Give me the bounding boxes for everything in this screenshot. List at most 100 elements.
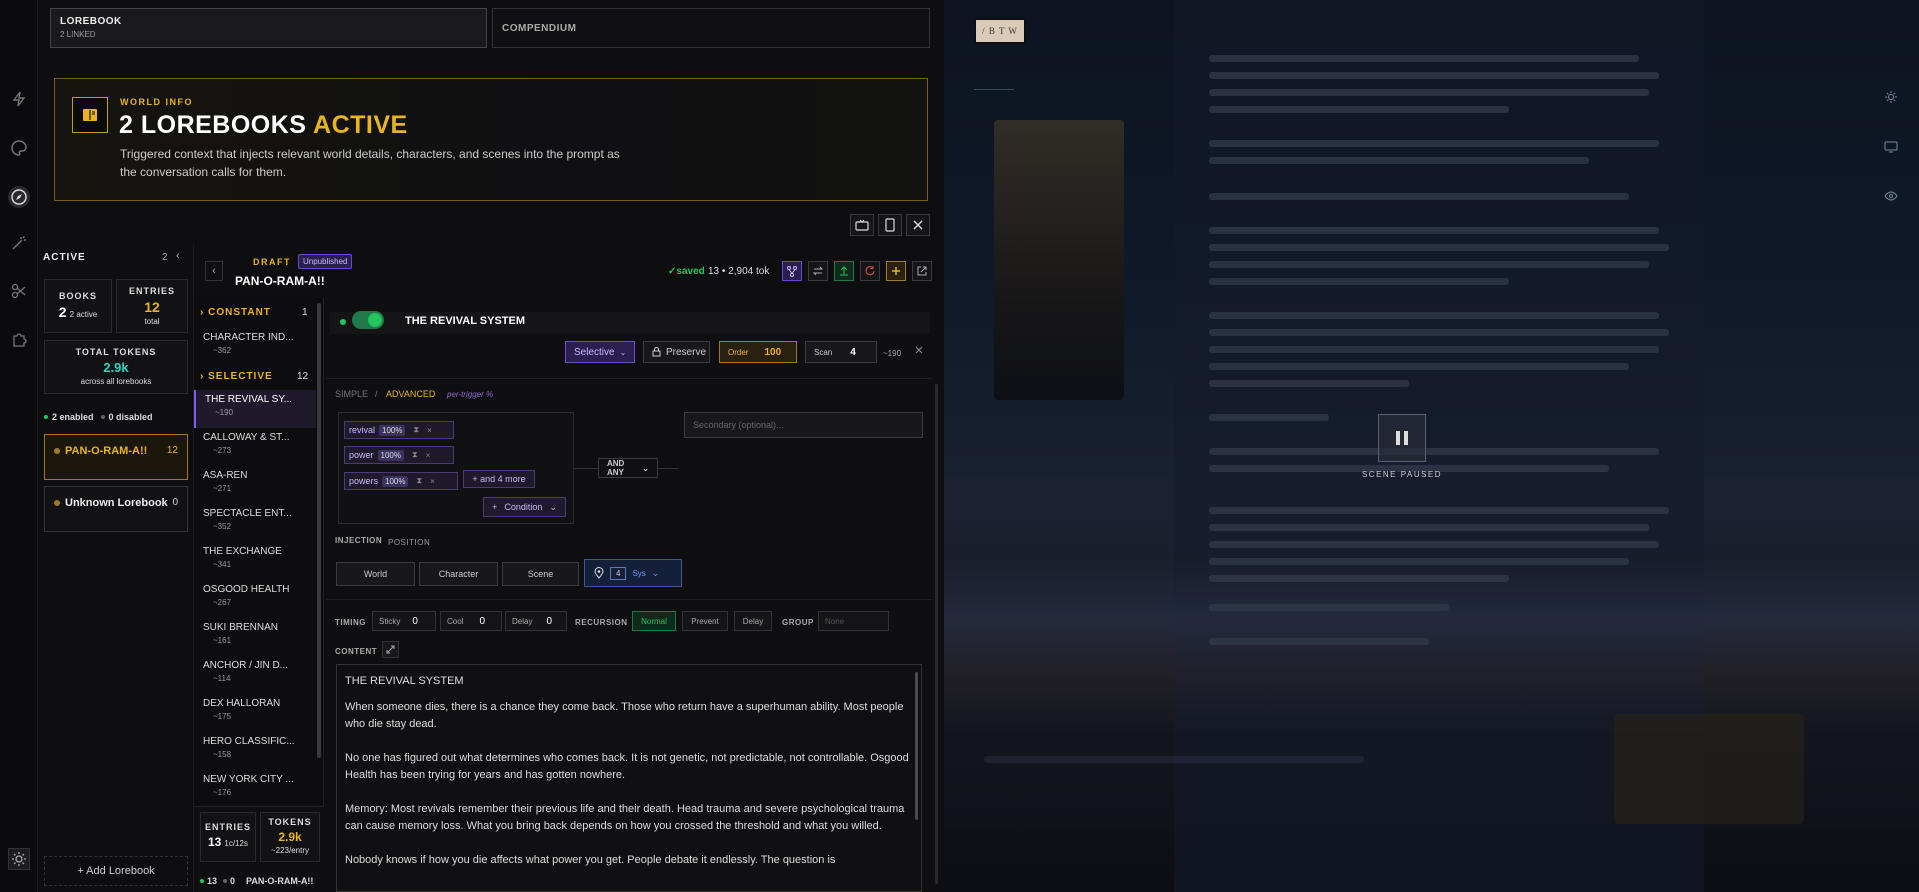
reset-icon[interactable] <box>860 261 880 281</box>
entry-list-scrollbar[interactable] <box>317 303 321 758</box>
back-chevron-icon[interactable]: ‹ <box>205 261 223 281</box>
entry-name: SPECTACLE ENT... <box>203 508 292 519</box>
entry-item[interactable]: ANCHOR / JIN D... ~114 <box>194 656 316 694</box>
content-textarea[interactable]: THE REVIVAL SYSTEM When someone dies, th… <box>336 664 922 892</box>
scene-settings-icon[interactable] <box>1884 90 1898 104</box>
tv-icon[interactable] <box>850 214 874 236</box>
world-info-description: Triggered context that injects relevant … <box>120 147 620 179</box>
branch-icon[interactable] <box>782 261 802 281</box>
depth-position-button[interactable]: 4 Sys ⌄ <box>584 559 682 587</box>
lorebook-item-unknown[interactable]: Unknown Lorebook 0 <box>44 486 188 532</box>
tab-compendium[interactable]: COMPENDIUM <box>492 8 930 48</box>
entry-name: CALLOWAY & ST... <box>203 432 290 443</box>
entry-item[interactable]: CALLOWAY & ST... ~273 <box>194 428 316 466</box>
entry-item[interactable]: ASA-REN ~271 <box>194 466 316 504</box>
eye-icon[interactable] <box>1884 189 1898 203</box>
key-chip[interactable]: revival 100% ⧗ × <box>344 421 454 439</box>
role-value[interactable]: Sys <box>632 569 645 578</box>
collapse-chevron-icon[interactable]: ‹ <box>176 250 180 262</box>
monitor-icon[interactable] <box>1884 140 1898 154</box>
enabled-text: 2 enabled <box>52 412 94 422</box>
group-input[interactable]: None <box>818 611 889 631</box>
recursion-prevent-button[interactable]: Prevent <box>682 611 728 631</box>
entry-item[interactable]: THE EXCHANGE ~341 <box>194 542 316 580</box>
compass-icon[interactable] <box>8 186 30 208</box>
close-panel-icon[interactable] <box>906 214 930 236</box>
palette-icon[interactable] <box>10 139 28 157</box>
disabled-dot <box>100 415 105 419</box>
scissors-icon[interactable] <box>10 282 28 300</box>
remove-key-icon[interactable]: × <box>423 426 436 435</box>
selective-section-header: › SELECTIVE <box>200 371 273 382</box>
entry-tokens: ~114 <box>213 674 231 683</box>
lock-icon <box>652 347 661 357</box>
hourglass-icon[interactable]: ⧗ <box>412 476 426 486</box>
content-scrollbar[interactable] <box>915 672 918 820</box>
order-field[interactable]: Order 100 <box>719 341 797 363</box>
chevron-down-icon: ⌄ <box>642 463 649 473</box>
per-trigger-label: per-trigger % <box>447 390 494 399</box>
external-link-icon[interactable] <box>912 261 932 281</box>
sticky-value: 0 <box>412 615 418 627</box>
entry-name: THE REVIVAL SY... <box>205 394 293 405</box>
toggle-knob <box>368 313 382 327</box>
entry-item[interactable]: DEX HALLORAN ~175 <box>194 694 316 732</box>
entry-item[interactable]: NEW YORK CITY ... ~176 <box>194 770 316 808</box>
upload-icon[interactable] <box>834 261 854 281</box>
recursion-delay-button[interactable]: Delay <box>734 611 772 631</box>
key-chip[interactable]: powers 100% ⧗ × <box>344 472 458 490</box>
tab-lorebook[interactable]: LOREBOOK 2 LINKED <box>50 8 487 48</box>
lightning-icon[interactable] <box>10 90 28 108</box>
puzzle-icon[interactable] <box>10 330 28 348</box>
swap-icon[interactable] <box>808 261 828 281</box>
footer-status: 13 0 PAN-O-RAM-A!! <box>200 876 313 886</box>
depth-value[interactable]: 4 <box>610 566 627 580</box>
logic-label: AND ANY <box>607 459 625 477</box>
footer-tokens-sub: ~223/entry <box>270 846 310 855</box>
cool-field[interactable]: Cool 0 <box>440 611 502 631</box>
simple-mode-tab[interactable]: SIMPLE <box>335 389 368 399</box>
pause-icon[interactable] <box>1378 414 1426 462</box>
entry-item[interactable]: CHARACTER IND... ~362 <box>194 328 316 366</box>
enabled-dot <box>44 415 48 419</box>
sticky-field[interactable]: Sticky 0 <box>372 611 436 631</box>
recursion-normal-button[interactable]: Normal <box>632 611 676 631</box>
advanced-mode-tab[interactable]: ADVANCED <box>386 389 435 399</box>
entry-name: CHARACTER IND... <box>203 332 294 343</box>
preserve-button[interactable]: Preserve <box>643 341 710 363</box>
lorebook-item-panoramaa[interactable]: PAN-O-RAM-A!! 12 <box>44 434 188 480</box>
add-condition-button[interactable]: + Condition ⌄ <box>483 497 566 517</box>
secondary-keys-input[interactable]: Secondary (optional)... <box>684 412 923 438</box>
expand-icon[interactable] <box>382 641 399 658</box>
scan-field[interactable]: Scan 4 <box>805 341 877 363</box>
tablet-icon[interactable] <box>878 214 902 236</box>
entry-item[interactable]: HERO CLASSIFIC... ~158 <box>194 732 316 770</box>
remove-key-icon[interactable]: × <box>422 451 435 460</box>
more-keys-button[interactable]: + and 4 more <box>463 470 535 488</box>
inject-character-button[interactable]: Character <box>419 562 498 586</box>
divider <box>326 378 932 379</box>
btw-button[interactable]: / B T W <box>974 18 1026 44</box>
hourglass-icon[interactable]: ⧗ <box>408 450 422 460</box>
entry-enabled-toggle[interactable] <box>352 311 384 329</box>
entry-item[interactable]: OSGOOD HEALTH ~267 <box>194 580 316 618</box>
inject-scene-button[interactable]: Scene <box>502 562 579 586</box>
add-lorebook-button[interactable]: + Add Lorebook <box>44 856 188 886</box>
logic-select[interactable]: AND ANY ⌄ <box>598 458 658 478</box>
remove-key-icon[interactable]: × <box>426 477 439 486</box>
entry-item[interactable]: SUKI BRENNAN ~161 <box>194 618 316 656</box>
wand-icon[interactable] <box>10 234 28 252</box>
enabled-status: 2 enabled 0 disabled <box>44 412 153 422</box>
mode-separator: / <box>375 389 378 399</box>
close-entry-icon[interactable] <box>915 346 923 354</box>
delay-field[interactable]: Delay 0 <box>505 611 567 631</box>
settings-gear-icon[interactable] <box>8 848 30 870</box>
editor-scrollbar[interactable] <box>935 384 938 884</box>
entry-item-selected[interactable]: THE REVIVAL SY... ~190 <box>194 390 316 428</box>
add-entry-icon[interactable] <box>886 261 906 281</box>
key-chip[interactable]: power 100% ⧗ × <box>344 446 454 464</box>
hourglass-icon[interactable]: ⧗ <box>409 425 423 435</box>
mode-select[interactable]: Selective ⌄ <box>565 341 635 363</box>
entry-item[interactable]: SPECTACLE ENT... ~352 <box>194 504 316 542</box>
inject-world-button[interactable]: World <box>336 562 415 586</box>
